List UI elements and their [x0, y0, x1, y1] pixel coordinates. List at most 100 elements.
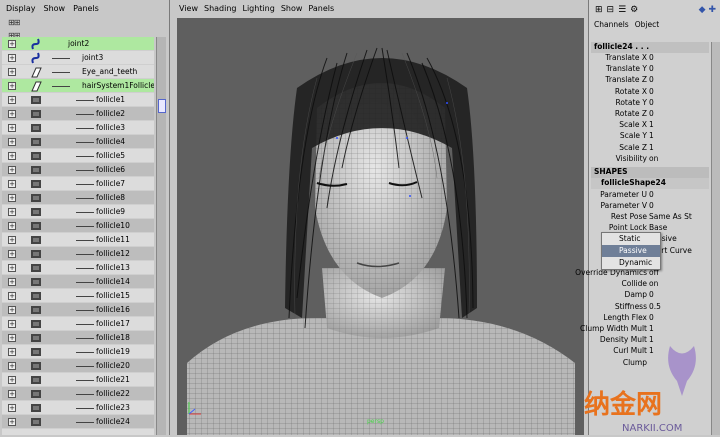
outliner-row[interactable]: + follicle11 — [2, 233, 154, 247]
attribute-value[interactable]: 1 — [649, 131, 654, 140]
outliner-row[interactable]: + joint2 — [2, 37, 154, 51]
attribute-row[interactable]: Rotate X0 — [589, 87, 709, 98]
attribute-row[interactable]: Parameter V0 — [589, 201, 709, 212]
expand-toggle-icon[interactable]: + — [8, 347, 16, 356]
attribute-value[interactable]: 0 — [649, 53, 654, 62]
expand-toggle-icon[interactable]: + — [8, 249, 16, 258]
attributes-icon[interactable]: ☰ — [618, 5, 626, 15]
expand-toggle-icon[interactable]: + — [8, 361, 16, 370]
menu-panels[interactable]: Panels — [308, 4, 334, 13]
attribute-row[interactable]: Rotate Z0 — [589, 109, 709, 120]
attribute-value[interactable]: on — [649, 154, 658, 163]
expand-toggle-icon[interactable]: + — [8, 81, 16, 90]
outliner-row[interactable]: + follicle13 — [2, 261, 154, 275]
outliner-row[interactable]: + follicle3 — [2, 121, 154, 135]
menu-show[interactable]: Show — [281, 4, 303, 13]
attribute-row[interactable]: Translate Z0 — [589, 75, 709, 86]
tool-settings-icon[interactable]: ⚙ — [630, 5, 638, 15]
outliner-row[interactable]: + follicle2 — [2, 107, 154, 121]
menu-display[interactable]: Display — [6, 4, 36, 13]
expand-toggle-icon[interactable]: + — [8, 109, 16, 118]
outliner-row[interactable]: + follicle18 — [2, 331, 154, 345]
outliner-row[interactable]: + follicle23 — [2, 401, 154, 415]
outliner-row[interactable]: + follicle19 — [2, 345, 154, 359]
expand-toggle-icon[interactable]: + — [8, 221, 16, 230]
shape-name[interactable]: follicleShape24 — [591, 178, 709, 189]
attribute-row[interactable]: Clump Width Mult 1 — [580, 324, 709, 335]
outliner-row[interactable]: + follicle24 — [2, 415, 154, 429]
attribute-value[interactable]: Base — [649, 223, 667, 232]
menu-view[interactable]: View — [179, 4, 198, 13]
expand-toggle-icon[interactable]: + — [8, 235, 16, 244]
attribute-row[interactable]: Parameter U0 — [589, 190, 709, 201]
menu-show[interactable]: Show — [44, 4, 66, 13]
outliner-row[interactable]: + Eye_and_teeth — [2, 65, 154, 79]
expand-toggle-icon[interactable]: + — [8, 179, 16, 188]
attribute-row[interactable]: Scale X1 — [589, 120, 709, 131]
attribute-row[interactable]: Density Mult 1 — [589, 335, 709, 346]
attribute-row[interactable]: Visibility on — [589, 154, 709, 165]
attribute-value[interactable]: 0 — [649, 75, 654, 84]
attribute-value[interactable]: 0.5 — [649, 302, 661, 311]
outliner-scrollbar[interactable] — [156, 37, 166, 435]
attribute-row[interactable]: Collide on — [589, 279, 709, 290]
outliner-row[interactable]: + hairSystem1Follicles — [2, 79, 154, 93]
menu-panels[interactable]: Panels — [73, 4, 99, 13]
expand-toggle-icon[interactable]: + — [8, 417, 16, 426]
expand-toggle-icon[interactable]: + — [8, 95, 16, 104]
menu-shading[interactable]: Shading — [204, 4, 237, 13]
expand-toggle-icon[interactable]: + — [8, 277, 16, 286]
channel-scrollbar[interactable] — [711, 42, 720, 435]
node-name[interactable]: follicle24 . . . — [591, 42, 709, 53]
option-passive[interactable]: Passive — [602, 245, 660, 257]
channels-icon[interactable]: ⊞ — [595, 5, 603, 15]
outliner-row[interactable]: + follicle17 — [2, 317, 154, 331]
outliner-row[interactable]: + follicle10 — [2, 219, 154, 233]
attribute-row[interactable]: Translate Y0 — [589, 64, 709, 75]
expand-toggle-icon[interactable]: + — [8, 39, 16, 48]
scroll-thumb[interactable] — [158, 99, 166, 113]
outliner-row[interactable]: + follicle15 — [2, 289, 154, 303]
outliner-row[interactable]: + follicle9 — [2, 205, 154, 219]
outliner-row[interactable]: + follicle7 — [2, 177, 154, 191]
expand-toggle-icon[interactable]: + — [8, 263, 16, 272]
outliner-row[interactable]: + follicle8 — [2, 191, 154, 205]
expand-toggle-icon[interactable]: + — [8, 389, 16, 398]
help-icon[interactable]: ◆ ✚ — [699, 5, 716, 15]
outliner-row[interactable]: + follicle1 — [2, 93, 154, 107]
attribute-value[interactable]: 1 — [649, 324, 654, 333]
option-static[interactable]: Static — [602, 233, 660, 245]
expand-icon[interactable]: ⊞⊞ — [8, 18, 20, 27]
attribute-value[interactable]: 0 — [649, 109, 654, 118]
attribute-row[interactable]: Rotate Y0 — [589, 98, 709, 109]
attribute-row[interactable]: Scale Y1 — [589, 131, 709, 142]
layers-icon[interactable]: ⊟ — [607, 5, 615, 15]
viewport-canvas[interactable]: persp — [177, 18, 584, 435]
attribute-value[interactable]: Same As St — [649, 212, 692, 221]
expand-toggle-icon[interactable]: + — [8, 375, 16, 384]
attribute-value[interactable]: 0 — [649, 87, 654, 96]
expand-toggle-icon[interactable]: + — [8, 403, 16, 412]
attribute-row[interactable]: Rest Pose Same As St — [589, 212, 709, 223]
attribute-value[interactable]: 0 — [649, 201, 654, 210]
outliner-row[interactable]: + follicle12 — [2, 247, 154, 261]
attribute-value[interactable]: 0 — [649, 290, 654, 299]
outliner-row[interactable]: + follicle6 — [2, 163, 154, 177]
expand-toggle-icon[interactable]: + — [8, 319, 16, 328]
attribute-row[interactable]: Length Flex 0 — [589, 313, 709, 324]
expand-toggle-icon[interactable]: + — [8, 193, 16, 202]
expand-toggle-icon[interactable]: + — [8, 137, 16, 146]
attribute-value[interactable]: on — [649, 279, 658, 288]
outliner-row[interactable]: + follicle21 — [2, 373, 154, 387]
tab-object[interactable]: Object — [635, 20, 659, 32]
outliner-row[interactable]: + joint3 — [2, 51, 154, 65]
attribute-value[interactable]: 1 — [649, 143, 654, 152]
attribute-value[interactable]: 1 — [649, 346, 654, 355]
expand-toggle-icon[interactable]: + — [8, 151, 16, 160]
expand-toggle-icon[interactable]: + — [8, 291, 16, 300]
attribute-row[interactable]: Damp 0 — [589, 290, 709, 301]
outliner-row[interactable]: + follicle22 — [2, 387, 154, 401]
attribute-row[interactable]: Curl Mult 1 — [589, 346, 709, 357]
attribute-value[interactable]: 0 — [649, 190, 654, 199]
outliner-row[interactable]: + follicle14 — [2, 275, 154, 289]
